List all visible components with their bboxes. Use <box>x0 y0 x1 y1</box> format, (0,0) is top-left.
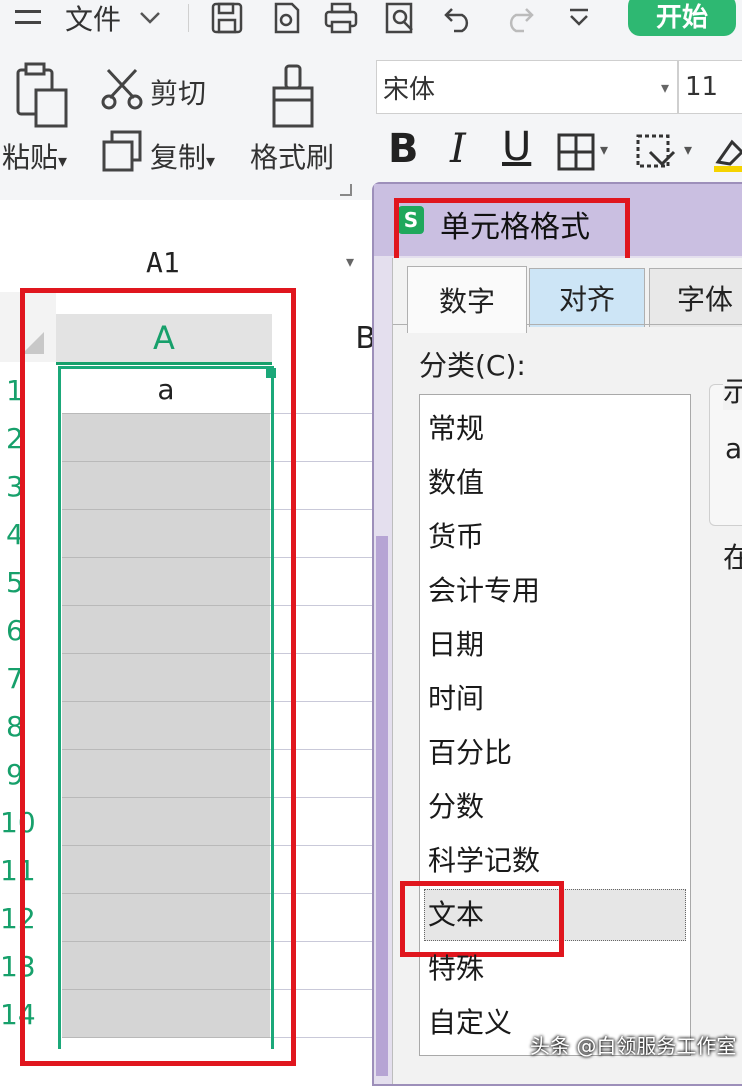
category-item[interactable]: 科学记数 <box>428 839 540 879</box>
tab-number[interactable]: 数字 <box>407 266 527 333</box>
cut-button[interactable]: 剪切 <box>150 72 206 112</box>
paste-button[interactable]: 粘贴▾ <box>2 136 67 176</box>
paste-icon[interactable] <box>12 62 72 128</box>
category-item[interactable]: 会计专用 <box>428 569 540 609</box>
print-preview-icon[interactable] <box>378 0 424 36</box>
clipboard-launcher-icon[interactable] <box>340 184 352 196</box>
scissors-icon[interactable] <box>100 66 144 110</box>
category-list[interactable]: 常规 数值 货币 会计专用 日期 时间 百分比 分数 科学记数 文本 特殊 自定义 <box>400 394 691 1056</box>
font-name-select[interactable]: 宋体 ▾ <box>376 60 678 114</box>
export-icon[interactable] <box>262 0 308 36</box>
fill-color-icon[interactable] <box>634 130 678 174</box>
font-color-icon[interactable] <box>710 134 742 174</box>
chevron-down-icon[interactable] <box>130 0 170 36</box>
copy-label: 复制 <box>150 141 207 174</box>
paste-label: 粘贴 <box>2 141 59 174</box>
divider <box>188 4 189 32</box>
start-tab-button[interactable]: 开始 <box>628 0 736 36</box>
font-size-value: 11 <box>685 72 719 102</box>
category-item[interactable]: 常规 <box>428 407 484 447</box>
copy-button[interactable]: 复制▾ <box>150 136 215 176</box>
category-item[interactable]: 日期 <box>428 623 484 663</box>
tab-alignment[interactable]: 对齐 <box>529 268 645 327</box>
sample-value: a <box>725 432 742 465</box>
category-item[interactable]: 货币 <box>428 515 484 555</box>
copy-icon[interactable] <box>100 130 144 174</box>
underline-button[interactable]: U <box>502 124 531 170</box>
tab-font[interactable]: 字体 <box>649 268 742 327</box>
quick-access-toolbar: 文件 开始 <box>0 0 742 45</box>
name-box[interactable]: A1 ▾ <box>0 236 364 293</box>
category-item[interactable]: 特殊 <box>428 947 484 987</box>
text-category-highlight-box <box>400 881 564 957</box>
category-item[interactable]: 数值 <box>428 461 484 501</box>
customize-dropdown-icon[interactable] <box>556 0 602 36</box>
bold-button[interactable]: B <box>388 126 419 172</box>
hamburger-icon[interactable] <box>6 0 50 36</box>
print-icon[interactable] <box>318 0 364 36</box>
format-cells-dialog: S 单元格格式 数字 对齐 字体 分类(C): 常规数值货币会计专用日期时间百分… <box>372 182 742 1086</box>
italic-button[interactable]: I <box>450 126 466 172</box>
category-item[interactable]: 时间 <box>428 677 484 717</box>
name-box-dropdown-icon[interactable]: ▾ <box>346 252 354 271</box>
paste-dropdown-icon[interactable]: ▾ <box>58 151 67 172</box>
sample-label: 示 <box>723 370 742 410</box>
font-name-value: 宋体 <box>383 74 436 105</box>
font-size-select[interactable]: 11 <box>678 60 742 114</box>
font-name-dropdown-icon[interactable]: ▾ <box>661 78 669 97</box>
fill-dropdown-icon[interactable]: ▾ <box>684 140 692 159</box>
border-icon[interactable] <box>556 132 596 172</box>
category-label: 分类(C): <box>419 349 526 382</box>
format-painter-icon[interactable] <box>268 64 318 130</box>
category-item[interactable]: 自定义 <box>428 1001 512 1041</box>
spreadsheet-grid[interactable]: A B 1 a 2 3 4 5 6 7 8 9 10 11 12 13 14 <box>0 288 380 1070</box>
name-box-value: A1 <box>146 246 180 279</box>
redo-icon[interactable] <box>496 0 542 36</box>
format-painter-button[interactable]: 格式刷 <box>250 136 334 176</box>
save-icon[interactable] <box>204 0 250 36</box>
dialog-title-bar[interactable]: S 单元格格式 <box>374 184 742 274</box>
dialog-left-strip <box>376 536 388 1076</box>
dialog-body: 数字 对齐 字体 分类(C): 常规 数值 货币 会计专用 日期 时间 百分比 分数 科学记数文… <box>392 258 742 1084</box>
border-dropdown-icon[interactable]: ▾ <box>600 140 608 159</box>
file-menu[interactable]: 文件 <box>58 0 128 36</box>
ribbon: 粘贴▾ 剪切 复制▾ 格式刷 宋体 ▾ 11 B I U ▾ ▾ <box>0 44 742 200</box>
description-text: 在 <box>723 541 742 574</box>
category-item[interactable]: 分数 <box>428 785 484 825</box>
undo-icon[interactable] <box>436 0 482 36</box>
category-item[interactable]: 百分比 <box>428 731 512 771</box>
category-items: 常规 数值 货币 会计专用 日期 时间 百分比 分数 科学记数 文本 特殊 自定义 <box>400 395 690 1055</box>
watermark: 头条 @白领服务工作室 <box>530 1034 737 1058</box>
copy-dropdown-icon[interactable]: ▾ <box>206 151 215 172</box>
column-highlight-box <box>20 288 296 1066</box>
